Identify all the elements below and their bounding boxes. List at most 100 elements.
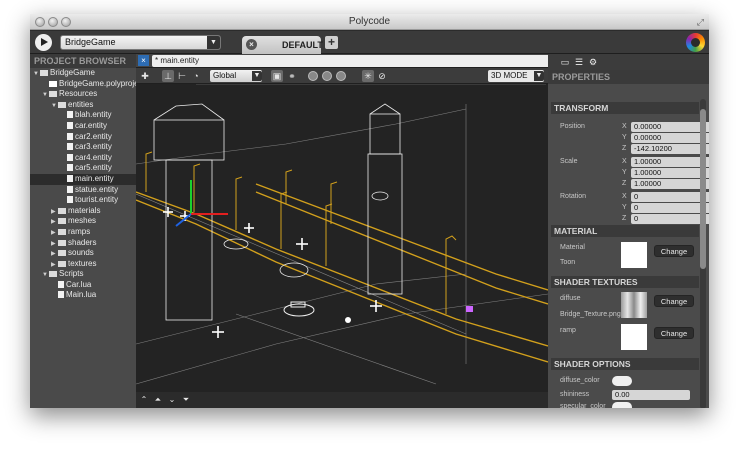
hide-icon[interactable]: ⊘	[376, 70, 388, 82]
tree-item-label: car4.entity	[75, 152, 112, 162]
axis-label: Y	[622, 169, 627, 176]
tree-item[interactable]: car4.entity	[30, 153, 136, 164]
tree-item[interactable]: ▶ sounds	[30, 248, 136, 259]
tree-item[interactable]: ▶ shaders	[30, 238, 136, 249]
camera-marker	[466, 306, 473, 312]
scale-x-field[interactable]: 1.00000	[631, 157, 709, 167]
material-change-button[interactable]: Change	[654, 245, 694, 257]
tree-item[interactable]: ▶ textures	[30, 259, 136, 270]
tree-item[interactable]: ▼ entities	[30, 100, 136, 111]
move-up-icon[interactable]: ⏶	[153, 395, 163, 405]
shading-textured-icon[interactable]	[336, 71, 346, 81]
tree-item[interactable]: ▼ BridgeGame	[30, 68, 136, 79]
tab-default[interactable]: × DEFAULT	[242, 36, 323, 54]
diffuse-texture-name: Bridge_Texture.png	[560, 311, 621, 318]
fullscreen-icon[interactable]: ⤢	[697, 17, 704, 28]
tree-item[interactable]: BridgeGame.polyproject	[30, 79, 145, 90]
diffuse-texture-preview	[621, 292, 647, 318]
add-entity-icon[interactable]: ✚	[139, 70, 151, 82]
transform-section-title[interactable]: TRANSFORM	[551, 102, 699, 114]
rotation-x-field[interactable]: 0	[631, 192, 709, 202]
folder-icon	[58, 218, 66, 225]
play-button[interactable]	[35, 34, 52, 51]
material-section-title[interactable]: MATERIAL	[551, 225, 699, 237]
diffuse-color-label: diffuse_color	[560, 377, 600, 384]
tree-item[interactable]: car2.entity	[30, 132, 136, 143]
close-file-icon[interactable]: ×	[138, 55, 149, 66]
scale-z-field[interactable]: 1.00000	[631, 179, 709, 189]
add-tab-button[interactable]: +	[325, 36, 338, 49]
scale-tool-icon[interactable]: ⊢	[176, 70, 188, 82]
position-y-field[interactable]: 0.00000	[631, 133, 709, 143]
tree-item[interactable]: tourist.entity	[30, 195, 136, 206]
tree-item[interactable]: ▶ ramps	[30, 227, 136, 238]
chevron-down-icon: ▼	[534, 71, 544, 81]
main-toolbar: BridgeGame ▼ × DEFAULT +	[30, 31, 709, 54]
entity-properties-icon[interactable]: ▭	[560, 57, 570, 67]
ramp-change-button[interactable]: Change	[654, 327, 694, 339]
shading-wire-icon[interactable]	[322, 71, 332, 81]
tree-item[interactable]: statue.entity	[30, 185, 136, 196]
scrollbar-thumb[interactable]	[700, 109, 706, 269]
axis-label: X	[622, 193, 627, 200]
point-light	[345, 317, 351, 323]
position-x-field[interactable]: 0.00000	[631, 122, 709, 132]
file-icon	[67, 174, 73, 182]
chevron-up-icon[interactable]: ⌃	[139, 395, 149, 405]
tree-item[interactable]: main.entity	[30, 173, 136, 185]
position-z-field[interactable]: -142.10200	[631, 144, 709, 154]
tree-item[interactable]: ▼ Resources	[30, 89, 136, 100]
axis-label: Y	[622, 204, 627, 211]
viewport-toolbar: ✚ ⊥ ⊢ ◔ Global ▼ ▣ ⚭ ✳ ⊘ 3D MODE ▼	[136, 68, 548, 84]
diffuse-change-button[interactable]: Change	[654, 295, 694, 307]
file-icon	[67, 164, 73, 172]
properties-scrollbar[interactable]	[700, 99, 706, 408]
folder-icon	[58, 101, 66, 108]
shader-textures-section-title[interactable]: SHADER TEXTURES	[551, 276, 699, 288]
lights-icon[interactable]: ✳	[362, 70, 374, 82]
tree-item[interactable]: ▼ Scripts	[30, 269, 136, 280]
tree-item[interactable]: Car.lua	[30, 280, 136, 291]
chevron-down-icon[interactable]: ⌄	[167, 395, 177, 405]
tree-item[interactable]: ▶ materials	[30, 206, 136, 217]
properties-panel: ▭ ☰ ⚙ PROPERTIES TRANSFORM Position X 0.…	[548, 54, 709, 408]
scale-y-field[interactable]: 1.00000	[631, 168, 709, 178]
properties-toolbar: ▭ ☰ ⚙	[548, 54, 709, 70]
project-tree: ▼ BridgeGame BridgeGame.polyproject ▼ Resour…	[30, 68, 145, 301]
file-icon	[67, 121, 73, 129]
grid-snap-icon[interactable]: ▣	[271, 70, 283, 82]
rotation-y-field[interactable]: 0	[631, 203, 709, 213]
move-down-icon[interactable]: ⏷	[181, 395, 191, 405]
gear-icon[interactable]: ⚙	[588, 57, 598, 67]
shininess-field[interactable]: 0.00	[612, 390, 690, 400]
rotate-tool-icon[interactable]: ◔	[190, 70, 202, 82]
move-tool-icon[interactable]: ⊥	[162, 70, 174, 82]
scene-tree-icon[interactable]: ☰	[574, 57, 584, 67]
file-icon	[49, 80, 57, 87]
tree-item[interactable]: Main.lua	[30, 290, 136, 301]
tree-item[interactable]: blah.entity	[30, 110, 136, 121]
shading-solid-icon[interactable]	[308, 71, 318, 81]
transform-space-select[interactable]: Global ▼	[210, 70, 262, 82]
file-icon	[67, 111, 73, 119]
folder-icon	[40, 70, 48, 76]
project-select[interactable]: BridgeGame ▼	[60, 35, 221, 50]
view-mode-select[interactable]: 3D MODE ▼	[488, 70, 544, 82]
diffuse-color-swatch[interactable]	[612, 376, 632, 386]
link-icon[interactable]: ⚭	[286, 70, 298, 82]
folder-icon	[58, 207, 66, 214]
specular-color-swatch[interactable]	[612, 402, 632, 408]
tree-item[interactable]: car3.entity	[30, 142, 136, 153]
tree-item-label: Scripts	[59, 269, 84, 279]
tab-close-icon[interactable]: ×	[246, 39, 257, 50]
rotation-z-field[interactable]: 0	[631, 214, 709, 224]
scene-wireframe	[136, 84, 548, 385]
tree-item[interactable]: car5.entity	[30, 163, 136, 174]
shader-options-section-title[interactable]: SHADER OPTIONS	[551, 358, 699, 370]
polycode-logo-icon	[686, 33, 705, 52]
tree-item[interactable]: ▶ meshes	[30, 216, 136, 227]
street-lamps	[145, 151, 457, 314]
folder-icon	[58, 228, 66, 235]
tree-item[interactable]: car.entity	[30, 121, 136, 132]
3d-viewport[interactable]	[136, 84, 548, 392]
